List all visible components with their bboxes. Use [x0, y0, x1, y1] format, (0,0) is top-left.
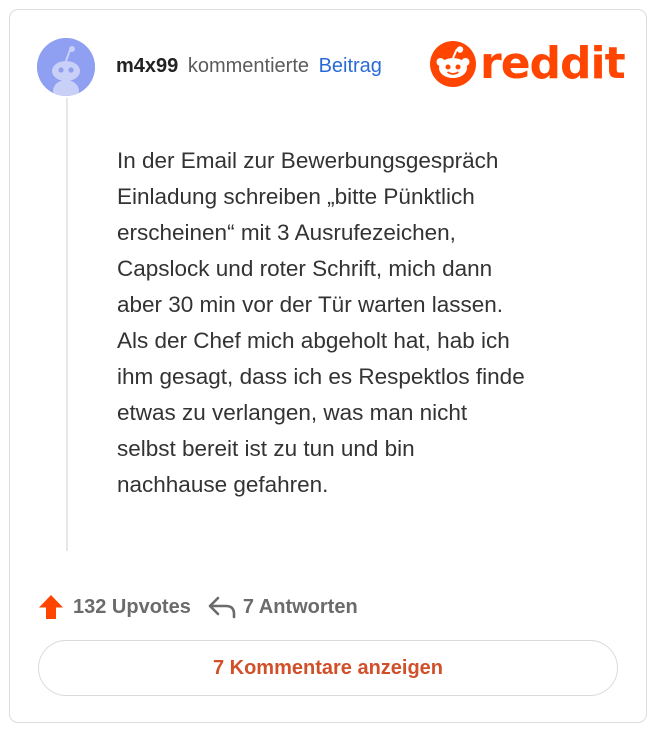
comment-body: In der Email zur Bewerbungsgespräch Einla…	[117, 143, 617, 503]
comment-body-line: Als der Chef mich abgeholt hat, hab ich	[117, 328, 510, 353]
comment-body-line: aber 30 min vor der Tür warten lassen.	[117, 292, 504, 317]
action-text: kommentierte	[187, 55, 309, 77]
reply-count: 7 Antworten	[242, 595, 358, 618]
upvote-count: 132 Upvotes	[73, 595, 191, 618]
post-link[interactable]: Beitrag	[319, 55, 382, 77]
upvote-button[interactable]: 132 Upvotes	[38, 594, 191, 620]
thread-line	[66, 98, 68, 551]
show-comments-button[interactable]: 7 Kommentare anzeigen	[38, 640, 618, 696]
reddit-logo: reddit	[430, 38, 626, 89]
comment-header: m4x99 kommentierte Beitrag	[116, 52, 382, 80]
replies-button[interactable]: 7 Antworten	[207, 594, 358, 620]
reddit-wordmark: reddit	[480, 38, 626, 89]
comment-body-line: erscheinen“ mit 3 Ausrufezeichen,	[117, 220, 456, 245]
comment-body-line: In der Email zur Bewerbungsgespräch	[117, 148, 499, 173]
comment-actions: 132 Upvotes 7 Antworten	[38, 594, 358, 620]
comment-body-line: nachhause gefahren.	[117, 472, 329, 497]
comment-body-line: ihm gesagt, dass ich es Respektlos finde	[117, 364, 525, 389]
upvote-arrow-icon	[39, 595, 63, 619]
comment-body-line: etwas zu verlangen, was man nicht	[117, 400, 468, 425]
reddit-logo-icon	[430, 41, 476, 87]
username-link[interactable]: m4x99	[116, 55, 178, 77]
user-avatar[interactable]	[37, 38, 95, 96]
comment-body-line: Einladung schreiben „bitte Pünktlich	[117, 184, 475, 209]
snoo-avatar-icon	[37, 38, 95, 96]
comment-body-line: Capslock und roter Schrift, mich dann	[117, 256, 493, 281]
reply-arrow-icon	[208, 596, 236, 619]
comment-body-line: selbst bereit ist zu tun und bin	[117, 436, 415, 461]
